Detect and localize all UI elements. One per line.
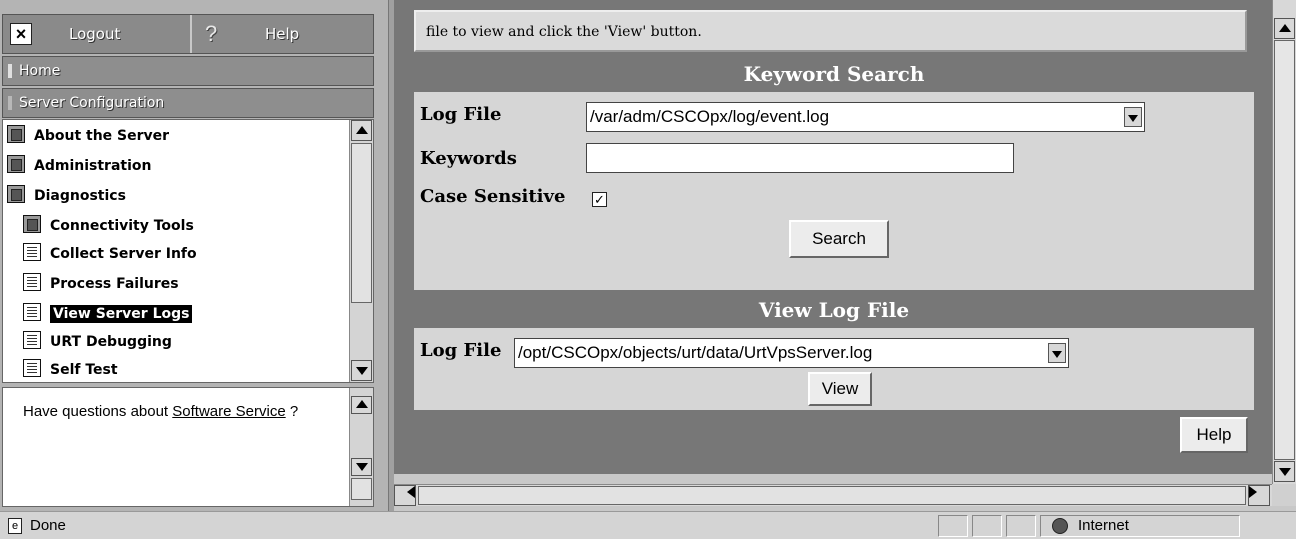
top-toolbar: × Logout ? Help xyxy=(2,14,374,54)
bullet-icon xyxy=(8,64,12,78)
security-zone-text: Internet xyxy=(1078,517,1129,534)
zone-cell xyxy=(1040,515,1240,537)
view-log-file-title: View Log File xyxy=(758,298,910,322)
tree-item-administration[interactable]: Administration xyxy=(7,152,151,180)
view-log-file-select[interactable]: /opt/CSCOpx/objects/urt/data/UrtVpsServe… xyxy=(514,338,1069,368)
document-icon xyxy=(23,273,41,291)
help-question-icon[interactable]: ? xyxy=(205,15,217,53)
scroll-thumb[interactable] xyxy=(1274,40,1295,460)
folder-icon xyxy=(7,155,25,173)
chevron-down-icon[interactable] xyxy=(1048,343,1066,363)
nav-server-configuration-label: Server Configuration xyxy=(19,95,165,111)
arrow-down-icon xyxy=(356,367,368,375)
arrow-down-icon xyxy=(1279,468,1291,476)
help-link[interactable]: Help xyxy=(265,15,299,53)
keyword-search-title: Keyword Search xyxy=(743,62,925,86)
logout-button[interactable]: Logout xyxy=(69,15,120,53)
document-icon xyxy=(23,359,41,377)
tree-scrollbar[interactable] xyxy=(349,120,373,382)
scrollbar-corner xyxy=(1272,484,1296,506)
document-icon xyxy=(23,243,41,261)
scroll-up-button[interactable] xyxy=(351,120,372,141)
horizontal-scroll-thumb[interactable] xyxy=(418,486,1246,505)
help-box-scrollbar[interactable] xyxy=(349,388,373,506)
case-sensitive-checkbox[interactable]: ✓ xyxy=(592,192,607,207)
arrow-left-icon xyxy=(395,486,415,498)
scroll-down-button[interactable] xyxy=(351,360,372,381)
status-text: Done xyxy=(30,517,66,534)
instructions-box: file to view and click the 'View' button… xyxy=(414,10,1247,52)
nav-server-configuration[interactable]: Server Configuration xyxy=(2,88,374,118)
scroll-up-button[interactable] xyxy=(1274,18,1295,39)
tree-item-collect-server-info[interactable]: Collect Server Info xyxy=(23,240,197,268)
tree-item-process-failures[interactable]: Process Failures xyxy=(23,270,179,298)
software-service-link[interactable]: Software Service xyxy=(172,403,285,420)
scroll-down-button[interactable] xyxy=(351,458,372,476)
log-file-label: Log File xyxy=(420,104,502,125)
close-icon[interactable]: × xyxy=(10,23,32,45)
scroll-thumb[interactable] xyxy=(351,478,372,500)
view-log-file-panel: Log File /opt/CSCOpx/objects/urt/data/Ur… xyxy=(414,328,1254,410)
page-icon: e xyxy=(8,518,22,534)
nav-home[interactable]: Home xyxy=(2,56,374,86)
instructions-text: file to view and click the 'View' button… xyxy=(426,24,702,40)
arrow-down-icon xyxy=(356,463,368,471)
log-file-label: Log File xyxy=(420,340,502,361)
left-navigation-frame: × Logout ? Help Home Server Configuratio… xyxy=(0,0,388,511)
status-cell xyxy=(1006,515,1036,537)
open-folder-icon xyxy=(7,185,25,203)
toolbar-divider xyxy=(190,15,192,53)
keyword-search-panel: Log File /var/adm/CSCOpx/log/event.log K… xyxy=(414,92,1254,290)
navigation-tree: About the Server Administration Diagnost… xyxy=(2,119,374,383)
scroll-thumb[interactable] xyxy=(351,143,372,303)
arrow-right-icon xyxy=(1249,486,1269,498)
folder-icon xyxy=(23,215,41,233)
case-sensitive-label: Case Sensitive xyxy=(420,186,566,207)
tree-item-urt-debugging[interactable]: URT Debugging xyxy=(23,328,172,356)
status-cell xyxy=(972,515,1002,537)
scroll-right-button[interactable] xyxy=(1248,485,1270,506)
tree-item-connectivity-tools[interactable]: Connectivity Tools xyxy=(23,212,194,240)
view-button[interactable]: View xyxy=(808,372,872,406)
arrow-up-icon xyxy=(356,126,368,134)
horizontal-scrollbar[interactable] xyxy=(394,484,1272,506)
document-icon xyxy=(23,303,41,321)
search-button[interactable]: Search xyxy=(789,220,889,258)
help-questions-text: Have questions about Software Service ? xyxy=(23,403,299,420)
keyword-log-file-select[interactable]: /var/adm/CSCOpx/log/event.log xyxy=(586,102,1145,132)
nav-home-label: Home xyxy=(19,63,61,79)
tree-item-self-test[interactable]: Self Test xyxy=(23,356,118,382)
folder-icon xyxy=(7,125,25,143)
scroll-down-button[interactable] xyxy=(1274,461,1295,482)
keywords-label: Keywords xyxy=(420,148,517,169)
status-cell xyxy=(938,515,968,537)
scroll-up-button[interactable] xyxy=(351,396,372,414)
globe-icon xyxy=(1052,518,1068,534)
arrow-up-icon xyxy=(356,400,368,408)
tree-item-diagnostics[interactable]: Diagnostics xyxy=(7,182,126,210)
chevron-down-icon[interactable] xyxy=(1124,107,1142,127)
status-bar: e Done Internet xyxy=(0,511,1296,539)
arrow-up-icon xyxy=(1279,24,1291,32)
tree-item-view-server-logs[interactable]: View Server Logs xyxy=(23,300,193,328)
bullet-icon xyxy=(8,96,12,110)
keywords-input[interactable] xyxy=(586,143,1014,173)
tree-item-about-the-server[interactable]: About the Server xyxy=(7,122,169,150)
scroll-left-button[interactable] xyxy=(394,485,416,506)
document-icon xyxy=(23,331,41,349)
help-button[interactable]: Help xyxy=(1180,417,1248,453)
help-questions-box: Have questions about Software Service ? xyxy=(2,387,374,507)
page-scrollbar[interactable] xyxy=(1272,0,1296,484)
main-content-frame: file to view and click the 'View' button… xyxy=(394,0,1272,474)
